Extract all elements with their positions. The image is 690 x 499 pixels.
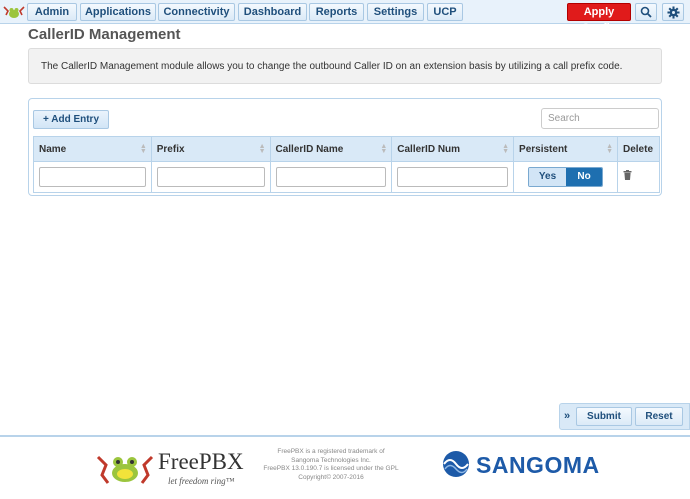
action-bar: » Submit Reset xyxy=(559,403,690,430)
nav-reports[interactable]: Reports xyxy=(309,3,364,21)
nav-applications[interactable]: Applications xyxy=(80,3,156,21)
nav-admin[interactable]: Admin xyxy=(27,3,77,21)
footer: FreePBX let freedom ring™ FreePBX is a r… xyxy=(0,435,690,499)
nav-settings[interactable]: Settings xyxy=(367,3,424,21)
search-input[interactable] xyxy=(541,108,659,129)
column-header-delete: Delete xyxy=(617,136,660,162)
sangoma-wordmark: SANGOMA xyxy=(476,452,600,478)
column-header-label: Prefix xyxy=(156,143,185,155)
freepbx-frog-logo-icon[interactable] xyxy=(3,3,25,21)
nav-ucp[interactable]: UCP xyxy=(427,3,463,21)
gear-icon xyxy=(666,5,680,19)
column-header-label: CallerID Name xyxy=(275,143,344,155)
settings-button[interactable] xyxy=(662,3,684,21)
plus-icon: + xyxy=(42,114,49,125)
module-description: The CallerID Management module allows yo… xyxy=(28,48,662,84)
column-header-label: CallerID Num xyxy=(397,143,461,155)
freepbx-tagline: let freedom ring™ xyxy=(168,476,235,486)
sangoma-globe-icon xyxy=(443,451,469,477)
freepbx-logo[interactable]: FreePBX let freedom ring™ xyxy=(96,449,246,489)
column-header-callerid-num[interactable]: CallerID Num ▲ ▼ xyxy=(391,136,515,162)
nav-dashboard[interactable]: Dashboard xyxy=(238,3,307,21)
legal-line: Copyright© 2007-2016 xyxy=(298,473,364,481)
top-navbar: Admin Applications Connectivity Dashboar… xyxy=(0,0,690,34)
sort-icon: ▲ ▼ xyxy=(606,143,613,155)
sort-icon: ▲ ▼ xyxy=(139,143,147,155)
legal-line: Sangoma Technologies Inc. xyxy=(291,456,371,464)
cell-prefix xyxy=(150,161,271,193)
column-header-label: Delete xyxy=(623,143,654,155)
chevron-double-right-icon[interactable]: » xyxy=(564,410,570,422)
column-header-label: Persistent xyxy=(519,143,568,155)
table-row: Yes No xyxy=(33,161,660,193)
cell-delete xyxy=(617,161,660,193)
persistent-no-option[interactable]: No xyxy=(566,168,603,186)
add-entry-button[interactable]: + Add Entry xyxy=(33,110,109,129)
entries-panel: + Add Entry Name ▲▼ Prefix ▲▼ CallerID Nam… xyxy=(28,98,662,196)
search-icon xyxy=(640,6,652,18)
column-header-persistent[interactable]: Persistent ▲ ▼ xyxy=(513,136,618,162)
page-title: CallerID Management xyxy=(28,26,181,43)
sort-icon: ▲ ▼ xyxy=(502,143,510,155)
persistent-toggle: Yes No xyxy=(528,167,604,187)
nav-connectivity[interactable]: Connectivity xyxy=(158,3,235,21)
cell-persistent: Yes No xyxy=(513,161,618,193)
column-header-prefix[interactable]: Prefix ▲ ▼ xyxy=(150,136,271,162)
persistent-yes-option[interactable]: Yes xyxy=(529,168,567,186)
add-entry-label: Add Entry xyxy=(51,114,100,125)
cell-callerid-name xyxy=(269,161,393,193)
submit-button[interactable]: Submit xyxy=(576,407,632,426)
column-header-name[interactable]: Name ▲ ▼ xyxy=(33,136,152,162)
freepbx-wordmark: FreePBX xyxy=(158,449,244,474)
apply-config-button[interactable]: Apply Config xyxy=(567,3,631,34)
cell-name xyxy=(33,161,152,193)
table-header-row: Name ▲ ▼ Prefix ▲ ▼ CallerID Name ▲ ▼ CallerID… xyxy=(33,136,660,162)
legal-line: FreePBX is a registered trademark of xyxy=(277,448,385,455)
legal-notice: FreePBX is a registered trademark of San… xyxy=(260,448,402,482)
sort-icon: ▲ ▼ xyxy=(380,143,388,155)
entries-table: Name ▲ ▼ Prefix ▲ ▼ CallerID Name ▲ ▼ CallerID… xyxy=(33,136,660,193)
freepbx-frog-icon xyxy=(96,455,154,484)
callerid-name-field[interactable] xyxy=(275,167,387,187)
search-button[interactable] xyxy=(635,3,657,21)
sangoma-logo[interactable]: SANGOMA xyxy=(442,450,642,480)
reset-button[interactable]: Reset xyxy=(635,407,683,426)
name-field[interactable] xyxy=(39,167,146,187)
prefix-field[interactable] xyxy=(156,167,265,187)
legal-line: FreePBX 13.0.190.7 is licensed under the… xyxy=(263,465,399,472)
callerid-num-field[interactable] xyxy=(397,167,509,187)
cell-callerid-num xyxy=(391,161,515,193)
trash-icon[interactable] xyxy=(623,170,632,180)
column-header-callerid-name[interactable]: CallerID Name ▲ ▼ xyxy=(269,136,393,162)
sort-icon: ▲ ▼ xyxy=(258,143,266,155)
column-header-label: Name xyxy=(39,143,67,155)
